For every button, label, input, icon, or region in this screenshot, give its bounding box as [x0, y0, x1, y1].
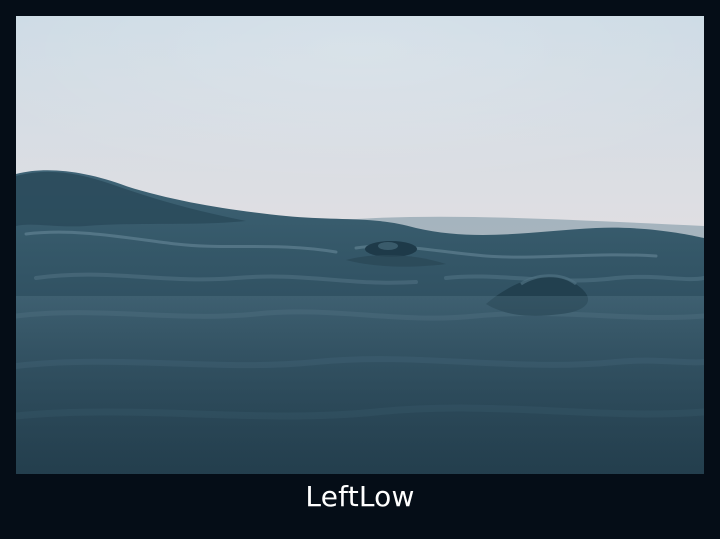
ocean-photo[interactable] — [16, 16, 704, 474]
image-caption: LeftLow — [305, 480, 415, 513]
sky-glow — [16, 16, 704, 246]
viewer-frame: LeftLow — [0, 0, 720, 539]
foreground-tint — [16, 296, 704, 474]
